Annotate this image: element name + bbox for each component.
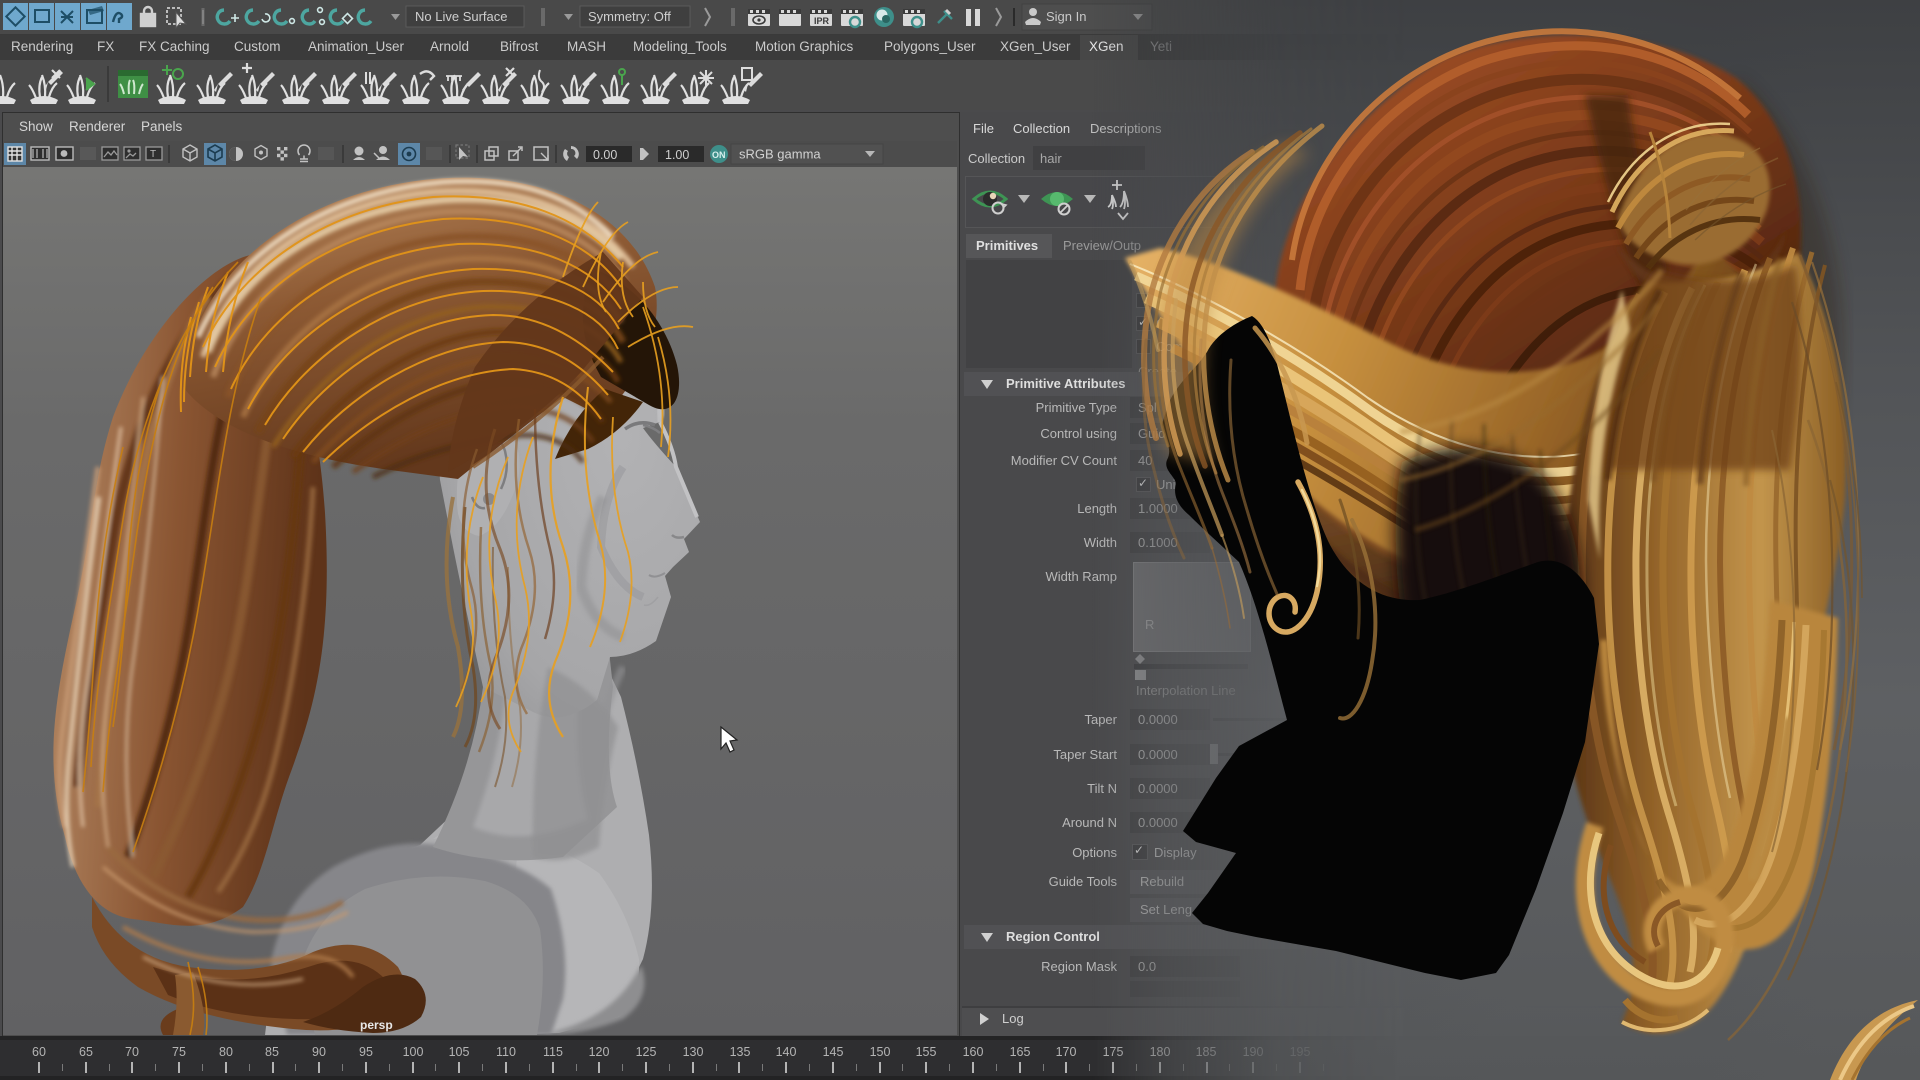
svg-text:130: 130 (683, 1045, 704, 1059)
svg-text:ON: ON (712, 150, 726, 160)
svg-text:145: 145 (823, 1045, 844, 1059)
svg-text:140: 140 (776, 1045, 797, 1059)
svg-text:120: 120 (589, 1045, 610, 1059)
svg-text:100: 100 (403, 1045, 424, 1059)
svg-text:No Live Surface: No Live Surface (415, 9, 508, 24)
svg-text:135: 135 (730, 1045, 751, 1059)
svg-text:150: 150 (870, 1045, 891, 1059)
svg-text:105: 105 (449, 1045, 470, 1059)
svg-text:60: 60 (32, 1045, 46, 1059)
svg-text:90: 90 (312, 1045, 326, 1059)
svg-text:85: 85 (265, 1045, 279, 1059)
svg-text:115: 115 (543, 1045, 563, 1059)
svg-text:IPR: IPR (814, 16, 830, 26)
svg-text:155: 155 (916, 1045, 937, 1059)
svg-text:125: 125 (636, 1045, 657, 1059)
svg-text:0.00: 0.00 (593, 148, 617, 162)
svg-text:persp: persp (360, 1018, 393, 1032)
svg-text:80: 80 (219, 1045, 233, 1059)
svg-text:T: T (150, 149, 156, 160)
svg-text:70: 70 (125, 1045, 139, 1059)
svg-text:110: 110 (496, 1045, 516, 1059)
svg-text:1.00: 1.00 (665, 148, 689, 162)
svg-text:75: 75 (172, 1045, 186, 1059)
svg-text:65: 65 (79, 1045, 93, 1059)
svg-text:95: 95 (359, 1045, 373, 1059)
svg-text:Symmetry: Off: Symmetry: Off (588, 9, 671, 24)
svg-text:sRGB gamma: sRGB gamma (739, 147, 821, 162)
svg-text:160: 160 (963, 1045, 984, 1059)
